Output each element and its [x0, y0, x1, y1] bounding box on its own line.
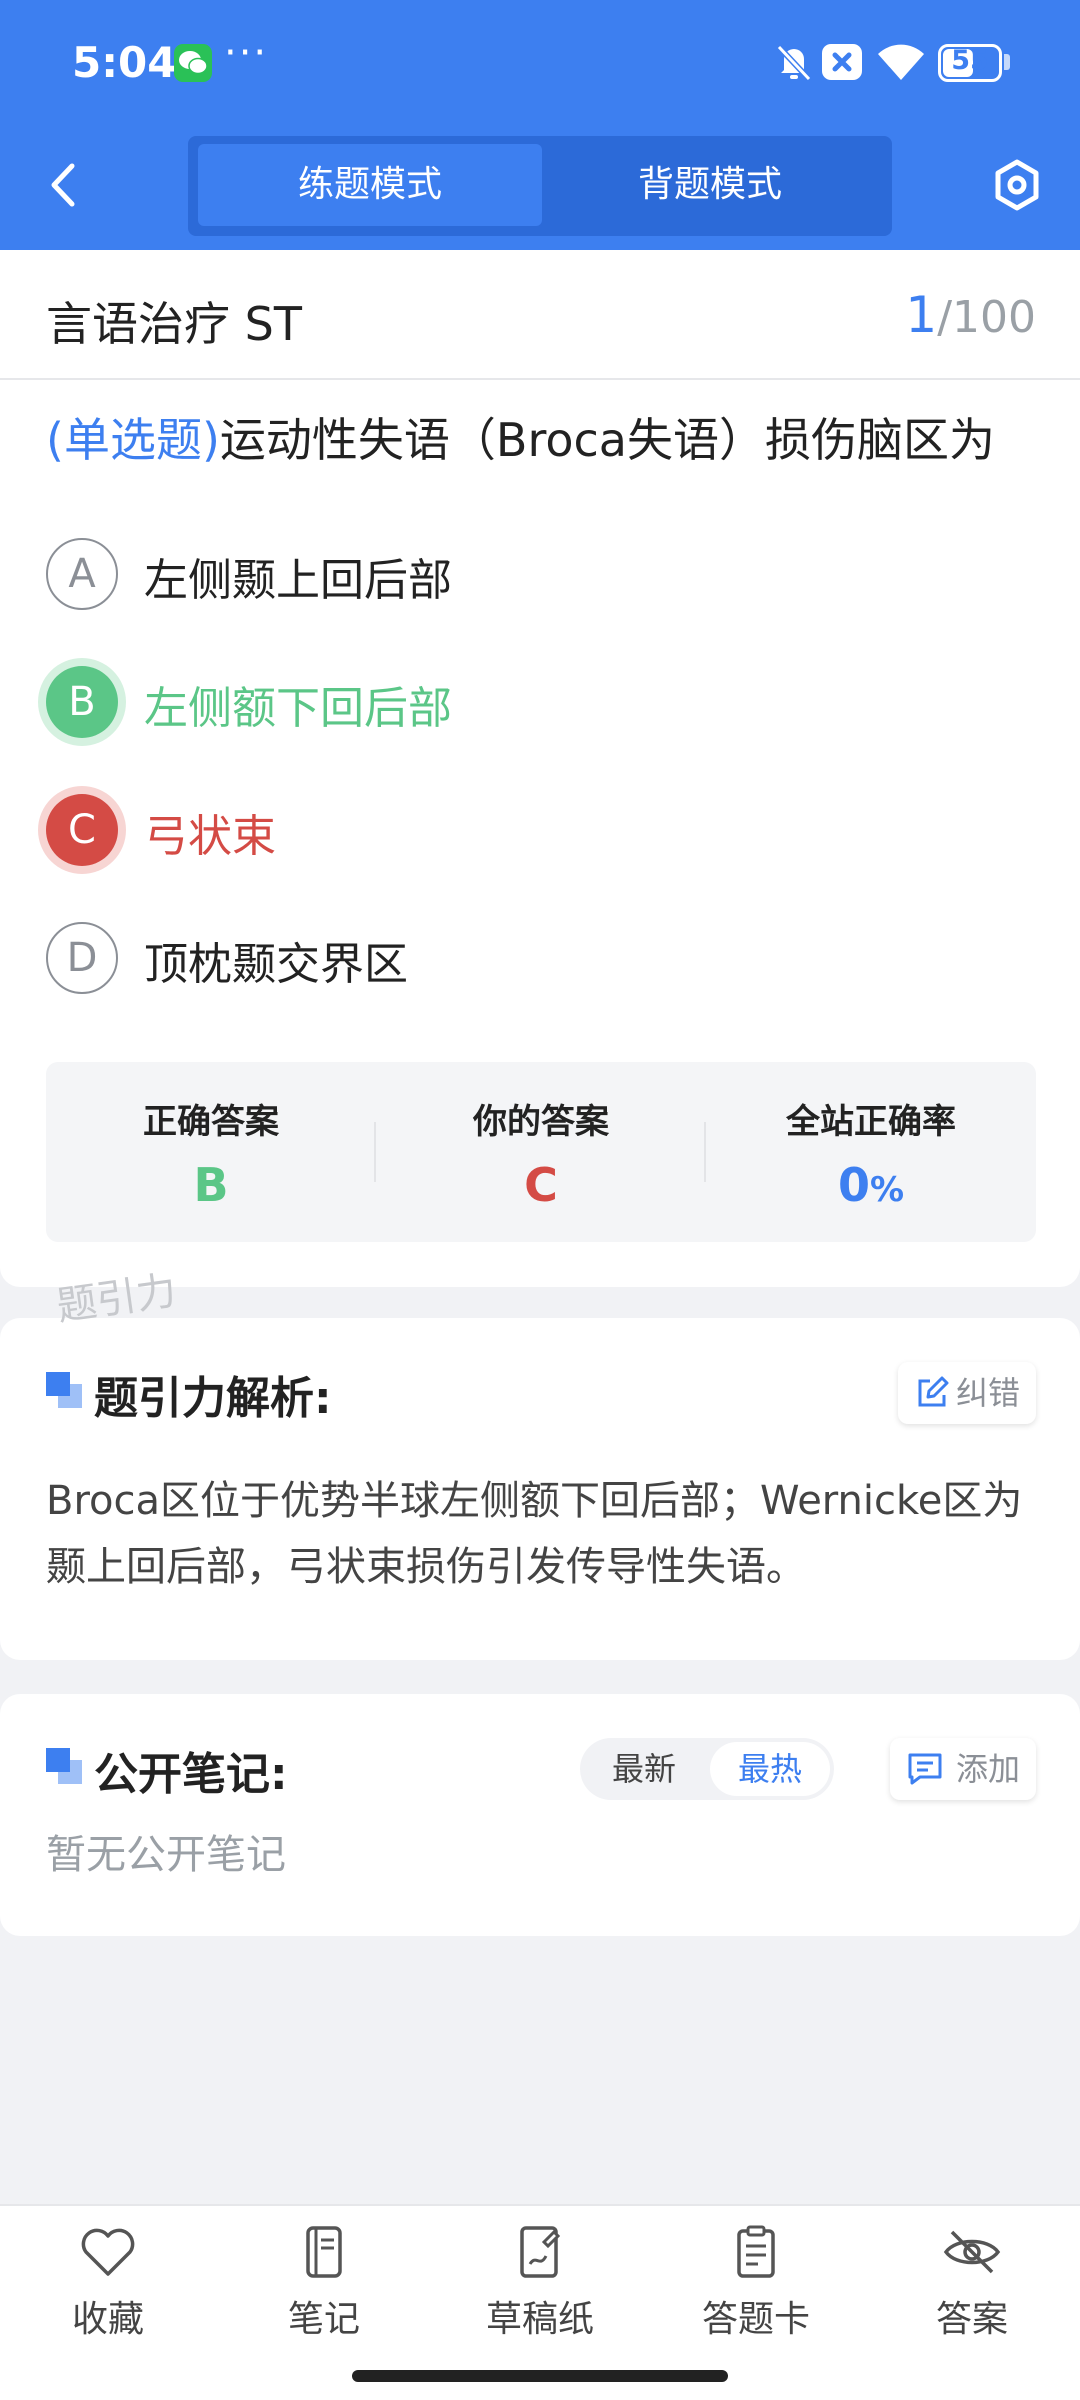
option-d[interactable]: D 顶枕颞交界区 [46, 918, 1046, 998]
question-text: (单选题)运动性失语（Broca失语）损伤脑区为 [46, 408, 1046, 472]
question-body: 运动性失语（Broca失语）损伤脑区为 [219, 413, 995, 467]
correct-answer-label: 正确答案 [143, 1102, 279, 1142]
report-error-button[interactable]: 纠错 [898, 1362, 1036, 1424]
bell-off-icon [772, 40, 816, 88]
total-count: /100 [937, 292, 1036, 343]
add-note-label: 添加 [956, 1750, 1021, 1788]
back-button[interactable] [36, 150, 96, 220]
notes-title: 公开笔记: [94, 1749, 288, 1800]
site-accuracy-label: 全站正确率 [786, 1102, 956, 1142]
option-a[interactable]: A 左侧颞上回后部 [46, 534, 1046, 614]
battery-icon: 55 [938, 44, 1002, 82]
your-answer-value: C [524, 1158, 558, 1212]
tab-label: 答题卡 [701, 2299, 810, 2340]
add-note-button[interactable]: 添加 [890, 1738, 1036, 1800]
question-counter: 1/100 [905, 286, 1036, 344]
tab-answer[interactable]: 答案 [892, 2224, 1052, 2354]
tab-label: 答案 [935, 2299, 1008, 2340]
correct-answer: 正确答案 B [46, 1062, 376, 1242]
question-card: 言语治疗 ST 1/100 (单选题)运动性失语（Broca失语）损伤脑区为 A… [0, 250, 1080, 1287]
back-icon [51, 163, 75, 207]
tab-label: 收藏 [71, 2299, 144, 2340]
answer-summary: 正确答案 B 你的答案 C 全站正确率 0% [46, 1062, 1036, 1242]
option-letter: B [46, 666, 118, 738]
draft-icon [520, 2226, 561, 2278]
tab-notes[interactable]: 笔记 [244, 2224, 404, 2354]
tab-favorite[interactable]: 收藏 [28, 2224, 188, 2354]
notebook-icon [306, 2226, 342, 2278]
more-dots: ··· [224, 30, 269, 76]
comment-icon [908, 1753, 942, 1785]
mode-switch: 练题模式 背题模式 [188, 136, 892, 236]
eye-off-icon [943, 2230, 1001, 2274]
subject-row: 言语治疗 ST 1/100 [0, 250, 1080, 380]
home-indicator[interactable] [352, 2370, 728, 2382]
tab-draft-paper[interactable]: 草稿纸 [460, 2224, 620, 2354]
option-b[interactable]: B 左侧额下回后部 [46, 662, 1046, 742]
option-text: 弓状束 [144, 811, 276, 862]
analysis-title: 题引力解析: [94, 1373, 332, 1424]
option-text: 左侧额下回后部 [144, 683, 452, 734]
tab-label: 笔记 [287, 2299, 360, 2340]
your-answer-label: 你的答案 [473, 1102, 609, 1142]
analysis-card: 题引力解析: 纠错 Broca区位于优势半球左侧额下回后部；Wernicke区为… [0, 1318, 1080, 1660]
option-letter: A [46, 538, 118, 610]
sort-latest[interactable]: 最新 [584, 1742, 704, 1796]
analysis-text: Broca区位于优势半球左侧额下回后部；Wernicke区为颞上回后部，弓状束损… [46, 1478, 1023, 1590]
heart-icon [81, 2228, 135, 2276]
question-type: (单选题) [46, 413, 220, 467]
your-answer: 你的答案 C [376, 1062, 706, 1242]
wifi-icon [876, 40, 926, 86]
answer-card-icon [737, 2225, 775, 2278]
subject-title: 言语治疗 ST [46, 297, 302, 351]
site-accuracy: 全站正确率 0% [706, 1062, 1036, 1242]
option-letter: D [46, 922, 118, 994]
option-text: 顶枕颞交界区 [144, 939, 408, 990]
sort-hot[interactable]: 最热 [710, 1742, 830, 1796]
site-accuracy-value: 0% [837, 1158, 905, 1212]
status-time: 5:04 [72, 38, 177, 87]
section-icon [46, 1748, 84, 1786]
settings-button[interactable] [986, 154, 1048, 216]
tab-answer-card[interactable]: 答题卡 [676, 2224, 836, 2354]
notes-card: 公开笔记: 最新 最热 添加 暂无公开笔记 [0, 1694, 1080, 1936]
option-c[interactable]: C 弓状束 [46, 790, 1046, 870]
edit-icon [918, 1376, 949, 1407]
notes-sort-switch: 最新 最热 [580, 1738, 834, 1800]
current-index: 1 [905, 286, 938, 344]
tab-recite-mode[interactable]: 背题模式 [538, 144, 882, 226]
close-box-icon [822, 44, 862, 84]
settings-icon [995, 159, 1039, 211]
report-error-label: 纠错 [956, 1374, 1021, 1412]
correct-answer-value: B [193, 1158, 229, 1212]
tab-practice-mode[interactable]: 练题模式 [198, 144, 542, 226]
wechat-icon [174, 44, 212, 82]
header: 5:04 ··· 55 练题模式 背题模式 [0, 0, 1080, 250]
option-letter: C [46, 794, 118, 866]
option-text: 左侧颞上回后部 [144, 555, 452, 606]
tab-label: 草稿纸 [485, 2299, 594, 2340]
status-bar: 5:04 ··· 55 [0, 0, 1080, 125]
section-icon [46, 1372, 84, 1410]
notes-empty-text: 暂无公开笔记 [46, 1832, 286, 1878]
